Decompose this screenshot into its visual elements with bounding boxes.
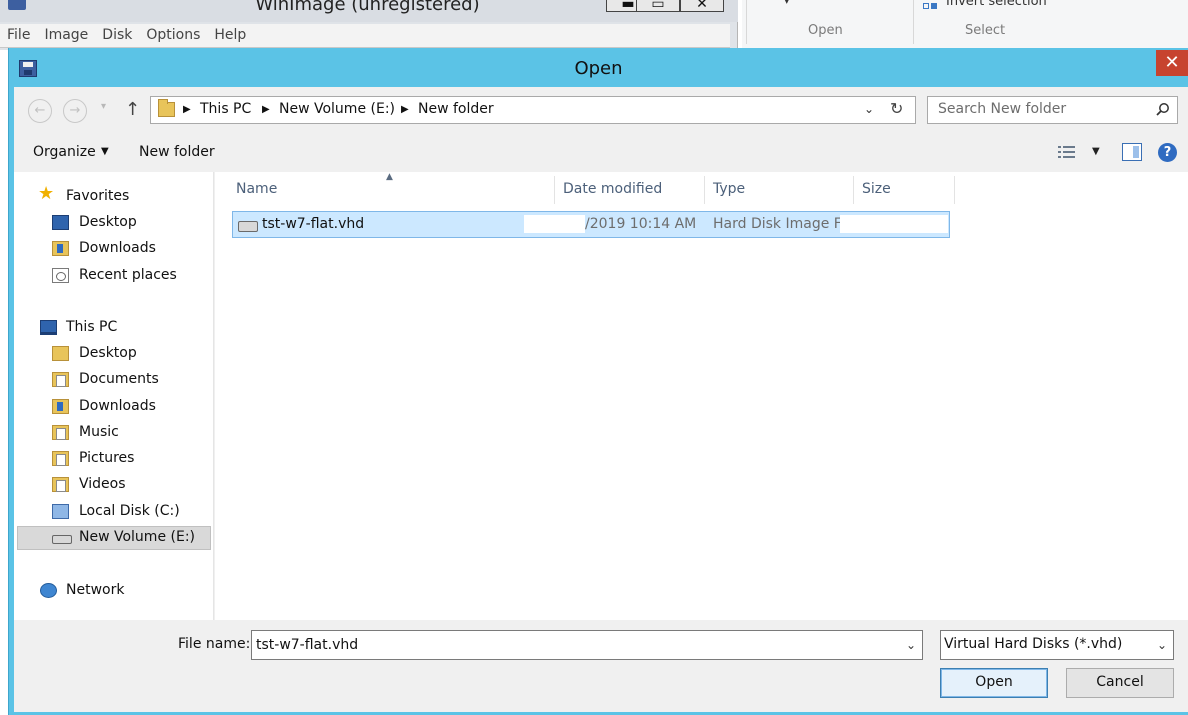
menu-file[interactable]: File xyxy=(0,24,37,43)
forward-button[interactable]: → xyxy=(63,99,87,123)
recent-places-icon xyxy=(52,268,69,283)
file-list xyxy=(215,172,1188,620)
column-header-type[interactable]: Type xyxy=(705,176,854,204)
background-menubar: File Image Disk Options Help xyxy=(0,24,730,48)
network-icon xyxy=(40,583,57,598)
star-icon: ★ xyxy=(38,183,55,204)
refresh-icon: ↻ xyxy=(890,99,904,118)
computer-icon xyxy=(40,320,57,335)
file-name-dropdown[interactable]: ⌄ xyxy=(906,638,916,652)
organize-button[interactable]: Organize xyxy=(33,144,96,160)
preview-pane-button[interactable] xyxy=(1122,143,1142,161)
date-modified-cell: /2019 10:14 AM xyxy=(585,216,697,232)
breadcrumb-separator[interactable]: ▶ xyxy=(262,104,270,115)
downloads-folder-icon xyxy=(52,399,69,414)
close-icon: ✕ xyxy=(1164,52,1180,73)
desktop-icon xyxy=(52,215,69,230)
cancel-button[interactable]: Cancel xyxy=(1066,668,1174,698)
ribbon-open-group-label: Open xyxy=(808,23,843,38)
maximize-button[interactable]: ▭ xyxy=(636,0,680,12)
background-titlebar: WinImage (unregistered) ▬ ▭ ✕ xyxy=(0,0,738,22)
sort-ascending-icon: ▲ xyxy=(386,172,393,182)
videos-folder-icon xyxy=(52,477,69,492)
drive-icon xyxy=(52,535,72,544)
invert-selection-button[interactable]: Invert selection xyxy=(946,0,1047,9)
file-name-input[interactable]: tst-w7-flat.vhd xyxy=(256,637,358,653)
recent-locations-dropdown[interactable]: ▾ xyxy=(101,101,106,112)
file-name-label: File name: xyxy=(178,636,251,652)
back-button[interactable]: ← xyxy=(28,99,52,123)
menu-image[interactable]: Image xyxy=(37,24,95,43)
invert-selection-icon xyxy=(923,0,939,10)
folder-icon xyxy=(52,346,69,361)
view-options-icon[interactable] xyxy=(1058,145,1076,159)
music-folder-icon xyxy=(52,425,69,440)
documents-folder-icon xyxy=(52,372,69,387)
chevron-down-icon: ⌄ xyxy=(906,638,917,652)
menu-options[interactable]: Options xyxy=(139,24,207,43)
chevron-down-icon: ⌄ xyxy=(864,102,875,116)
column-header-date-modified[interactable]: Date modified xyxy=(555,176,705,204)
search-icon[interactable] xyxy=(1156,102,1170,116)
up-arrow-icon: ↑ xyxy=(125,99,141,120)
folder-icon xyxy=(158,99,175,117)
breadcrumb-new-volume[interactable]: New Volume (E:) xyxy=(279,101,395,117)
file-type-value[interactable]: Virtual Hard Disks (*.vhd) xyxy=(944,636,1122,652)
help-icon: ? xyxy=(1163,145,1172,160)
new-folder-button[interactable]: New folder xyxy=(139,144,215,160)
refresh-button[interactable]: ↻ xyxy=(890,99,903,118)
menu-disk[interactable]: Disk xyxy=(95,24,139,43)
search-input[interactable]: Search New folder xyxy=(938,101,1066,117)
size-cell-redacted xyxy=(840,215,948,233)
maximize-icon: ▭ xyxy=(651,0,665,12)
view-dropdown-icon[interactable]: ▼ xyxy=(1092,146,1100,157)
open-button[interactable]: Open xyxy=(940,668,1048,698)
chevron-down-icon: ⌄ xyxy=(1157,638,1168,652)
breadcrumb-separator[interactable]: ▶ xyxy=(401,104,409,115)
forward-arrow-icon: → xyxy=(69,103,81,118)
breadcrumb-this-pc[interactable]: This PC xyxy=(200,101,251,117)
up-button[interactable]: ↑ xyxy=(125,99,140,120)
back-arrow-icon: ← xyxy=(34,103,46,118)
organize-dropdown-icon[interactable]: ▼ xyxy=(101,146,109,157)
pictures-folder-icon xyxy=(52,451,69,466)
redaction-mask xyxy=(524,215,585,233)
close-icon: ✕ xyxy=(696,0,708,12)
file-name-cell[interactable]: tst-w7-flat.vhd xyxy=(262,216,364,232)
type-cell: Hard Disk Image F... xyxy=(713,216,853,232)
ribbon-select-group-label: Select xyxy=(965,23,1006,38)
downloads-folder-icon xyxy=(52,241,69,256)
address-dropdown[interactable]: ⌄ xyxy=(864,102,874,116)
breadcrumb-new-folder[interactable]: New folder xyxy=(418,101,494,117)
dialog-close-button[interactable]: ✕ xyxy=(1156,50,1188,76)
system-drive-icon xyxy=(52,504,69,519)
help-button[interactable]: ? xyxy=(1158,143,1177,162)
file-type-dropdown[interactable]: ⌄ xyxy=(1157,638,1167,652)
breadcrumb-separator[interactable]: ▶ xyxy=(183,104,191,115)
dialog-title: Open xyxy=(574,58,623,79)
ribbon-open-dropdown[interactable]: ▾ xyxy=(784,0,790,7)
column-header-size[interactable]: Size xyxy=(854,176,955,204)
close-button[interactable]: ✕ xyxy=(680,0,724,12)
disk-image-icon xyxy=(238,221,258,232)
menu-help[interactable]: Help xyxy=(207,24,253,43)
